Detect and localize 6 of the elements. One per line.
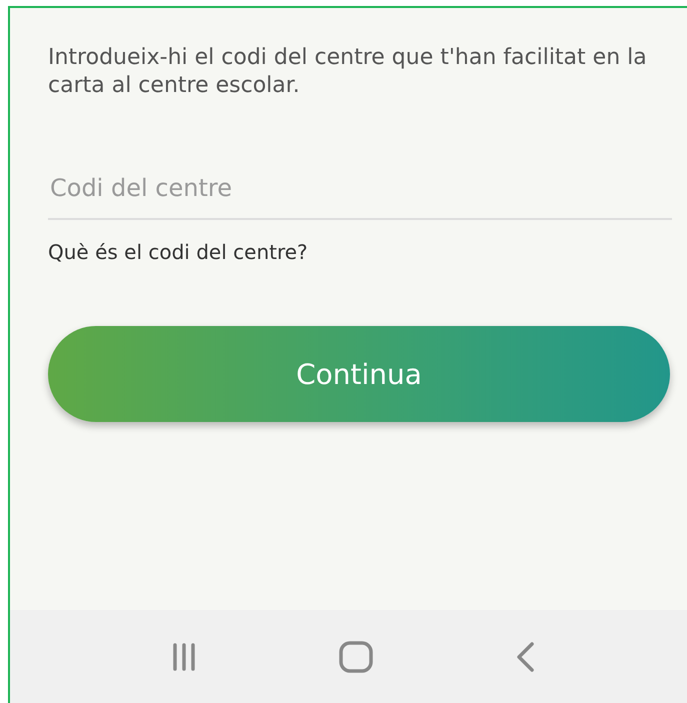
help-link[interactable]: Què és el codi del centre?	[48, 240, 308, 264]
back-icon[interactable]	[516, 640, 536, 672]
home-icon[interactable]	[338, 640, 372, 672]
recent-apps-icon[interactable]	[172, 642, 196, 672]
code-input-field[interactable]: Codi del centre	[48, 170, 672, 220]
instruction-text: Introdueix-hi el codi del centre que t'han facilitat en la carta al centre escolar.	[48, 44, 648, 100]
